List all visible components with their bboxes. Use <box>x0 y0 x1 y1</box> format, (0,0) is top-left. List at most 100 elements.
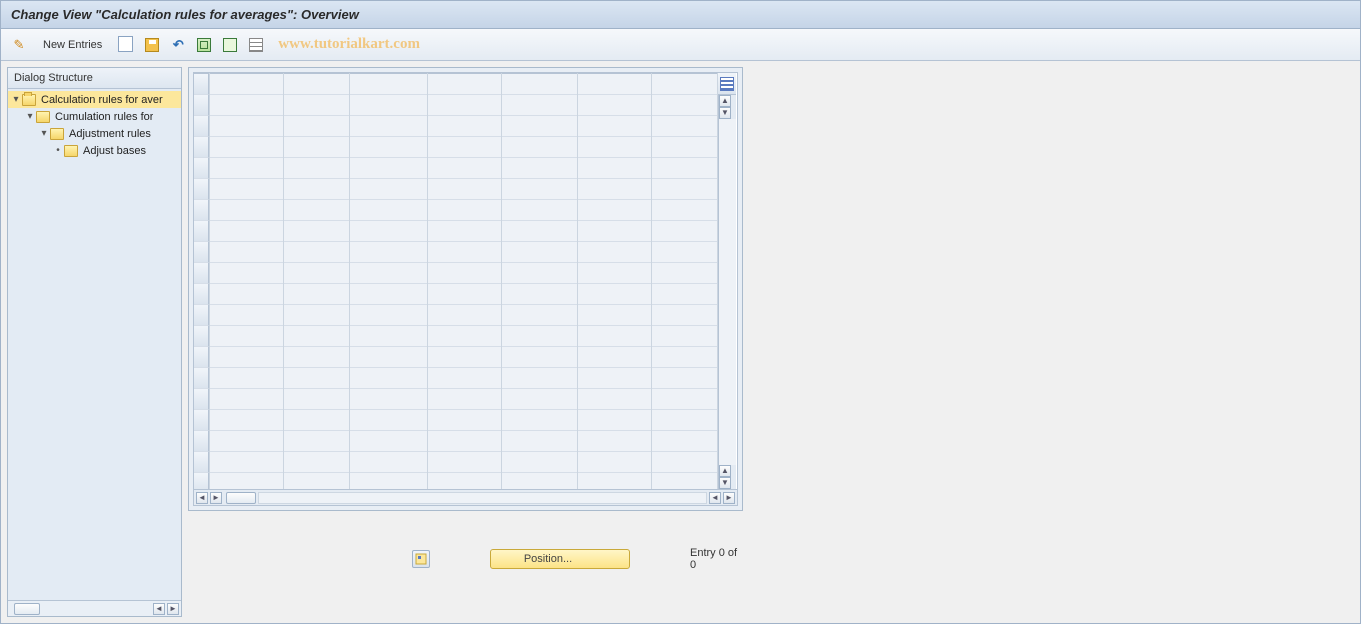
grid-cell[interactable] <box>578 410 651 431</box>
grid-cell[interactable] <box>502 368 577 389</box>
grid-cell[interactable] <box>578 116 651 137</box>
grid-cell[interactable] <box>210 137 283 158</box>
grid-cell[interactable] <box>502 137 577 158</box>
grid-cell[interactable] <box>502 389 577 410</box>
grid-cell[interactable] <box>652 263 717 284</box>
new-entries-button[interactable]: New Entries <box>35 37 110 53</box>
grid-cell[interactable] <box>652 221 717 242</box>
scrollbar-track[interactable] <box>719 119 736 465</box>
grid-cell[interactable] <box>428 242 501 263</box>
grid-cell[interactable] <box>428 200 501 221</box>
grid-cell[interactable] <box>210 326 283 347</box>
grid-cell[interactable] <box>350 452 427 473</box>
row-selector-cell[interactable] <box>194 410 209 431</box>
row-selector-cell[interactable] <box>194 347 209 368</box>
grid-cell[interactable] <box>284 452 349 473</box>
grid-cell[interactable] <box>428 326 501 347</box>
grid-cell[interactable] <box>428 284 501 305</box>
grid-cell[interactable] <box>502 347 577 368</box>
grid-cell[interactable] <box>428 158 501 179</box>
scroll-right-icon[interactable]: ► <box>167 603 179 615</box>
grid-cell[interactable] <box>502 158 577 179</box>
grid-cell[interactable] <box>428 305 501 326</box>
grid-cell[interactable] <box>502 242 577 263</box>
position-button[interactable]: Position... <box>490 549 630 569</box>
grid-cell[interactable] <box>502 410 577 431</box>
grid-cell[interactable] <box>284 242 349 263</box>
grid-cell[interactable] <box>502 95 577 116</box>
grid-cell[interactable] <box>502 221 577 242</box>
row-selector-cell[interactable] <box>194 452 209 473</box>
scroll-right-icon[interactable]: ► <box>210 492 222 504</box>
grid-cell[interactable] <box>502 263 577 284</box>
grid-cell[interactable] <box>210 389 283 410</box>
grid-cell[interactable] <box>350 137 427 158</box>
grid-cell[interactable] <box>652 326 717 347</box>
grid-cell[interactable] <box>350 200 427 221</box>
grid-horizontal-scrollbar[interactable]: ◄ ► ◄ ► <box>194 489 737 505</box>
grid-cell[interactable] <box>652 116 717 137</box>
grid-cell[interactable] <box>578 389 651 410</box>
row-selector-cell[interactable] <box>194 242 209 263</box>
grid-cell[interactable] <box>284 179 349 200</box>
grid-cell[interactable] <box>502 452 577 473</box>
grid-cell[interactable] <box>284 200 349 221</box>
grid-cell[interactable] <box>652 431 717 452</box>
scroll-left-icon[interactable]: ◄ <box>196 492 208 504</box>
grid-cell[interactable] <box>578 305 651 326</box>
grid-cell[interactable] <box>428 410 501 431</box>
grid-cell[interactable] <box>578 242 651 263</box>
grid-cell[interactable] <box>350 263 427 284</box>
grid-cell[interactable] <box>578 368 651 389</box>
grid-cell[interactable] <box>350 305 427 326</box>
grid-cell[interactable] <box>350 158 427 179</box>
grid-cell[interactable] <box>210 452 283 473</box>
grid-cell[interactable] <box>428 263 501 284</box>
grid-cell[interactable] <box>578 158 651 179</box>
grid-cell[interactable] <box>578 284 651 305</box>
grid-cell[interactable] <box>284 326 349 347</box>
grid-cell[interactable] <box>210 284 283 305</box>
position-icon[interactable] <box>412 550 430 568</box>
grid-cell[interactable] <box>578 221 651 242</box>
grid-cell[interactable] <box>578 95 651 116</box>
row-selector-cell[interactable] <box>194 158 209 179</box>
expand-icon[interactable]: ▾ <box>40 128 48 139</box>
scroll-down-icon[interactable]: ▼ <box>719 107 731 119</box>
grid-cell[interactable] <box>210 158 283 179</box>
scrollbar-handle[interactable] <box>226 492 256 504</box>
grid-cell[interactable] <box>652 284 717 305</box>
grid-cell[interactable] <box>578 200 651 221</box>
expand-icon[interactable]: ▾ <box>26 111 34 122</box>
grid-cell[interactable] <box>652 368 717 389</box>
grid-cell[interactable] <box>210 347 283 368</box>
deselect-all-button[interactable] <box>220 35 240 55</box>
scroll-up-icon[interactable]: ▲ <box>719 465 731 477</box>
tree-node-adjust-bases[interactable]: • Adjust bases <box>8 142 181 159</box>
grid-cell[interactable] <box>284 263 349 284</box>
grid-cell[interactable] <box>210 242 283 263</box>
grid-cell[interactable] <box>652 74 717 95</box>
grid-cell[interactable] <box>284 410 349 431</box>
grid-cell[interactable] <box>428 389 501 410</box>
grid-cell[interactable] <box>428 137 501 158</box>
grid-cell[interactable] <box>210 116 283 137</box>
grid-cell[interactable] <box>652 200 717 221</box>
grid-cell[interactable] <box>284 284 349 305</box>
grid-cell[interactable] <box>428 116 501 137</box>
grid-cell[interactable] <box>502 179 577 200</box>
grid-cell[interactable] <box>578 179 651 200</box>
grid-cell[interactable] <box>350 326 427 347</box>
grid-cell[interactable] <box>350 242 427 263</box>
undo-button[interactable] <box>168 35 188 55</box>
grid-cell[interactable] <box>350 368 427 389</box>
grid-cell[interactable] <box>350 431 427 452</box>
grid-cell[interactable] <box>210 74 283 95</box>
toggle-edit-icon[interactable] <box>9 35 29 55</box>
grid-cell[interactable] <box>578 137 651 158</box>
scroll-left-icon[interactable]: ◄ <box>153 603 165 615</box>
row-selector-cell[interactable] <box>194 326 209 347</box>
grid-cell[interactable] <box>502 116 577 137</box>
grid-cell[interactable] <box>578 431 651 452</box>
grid-cell[interactable] <box>502 74 577 95</box>
